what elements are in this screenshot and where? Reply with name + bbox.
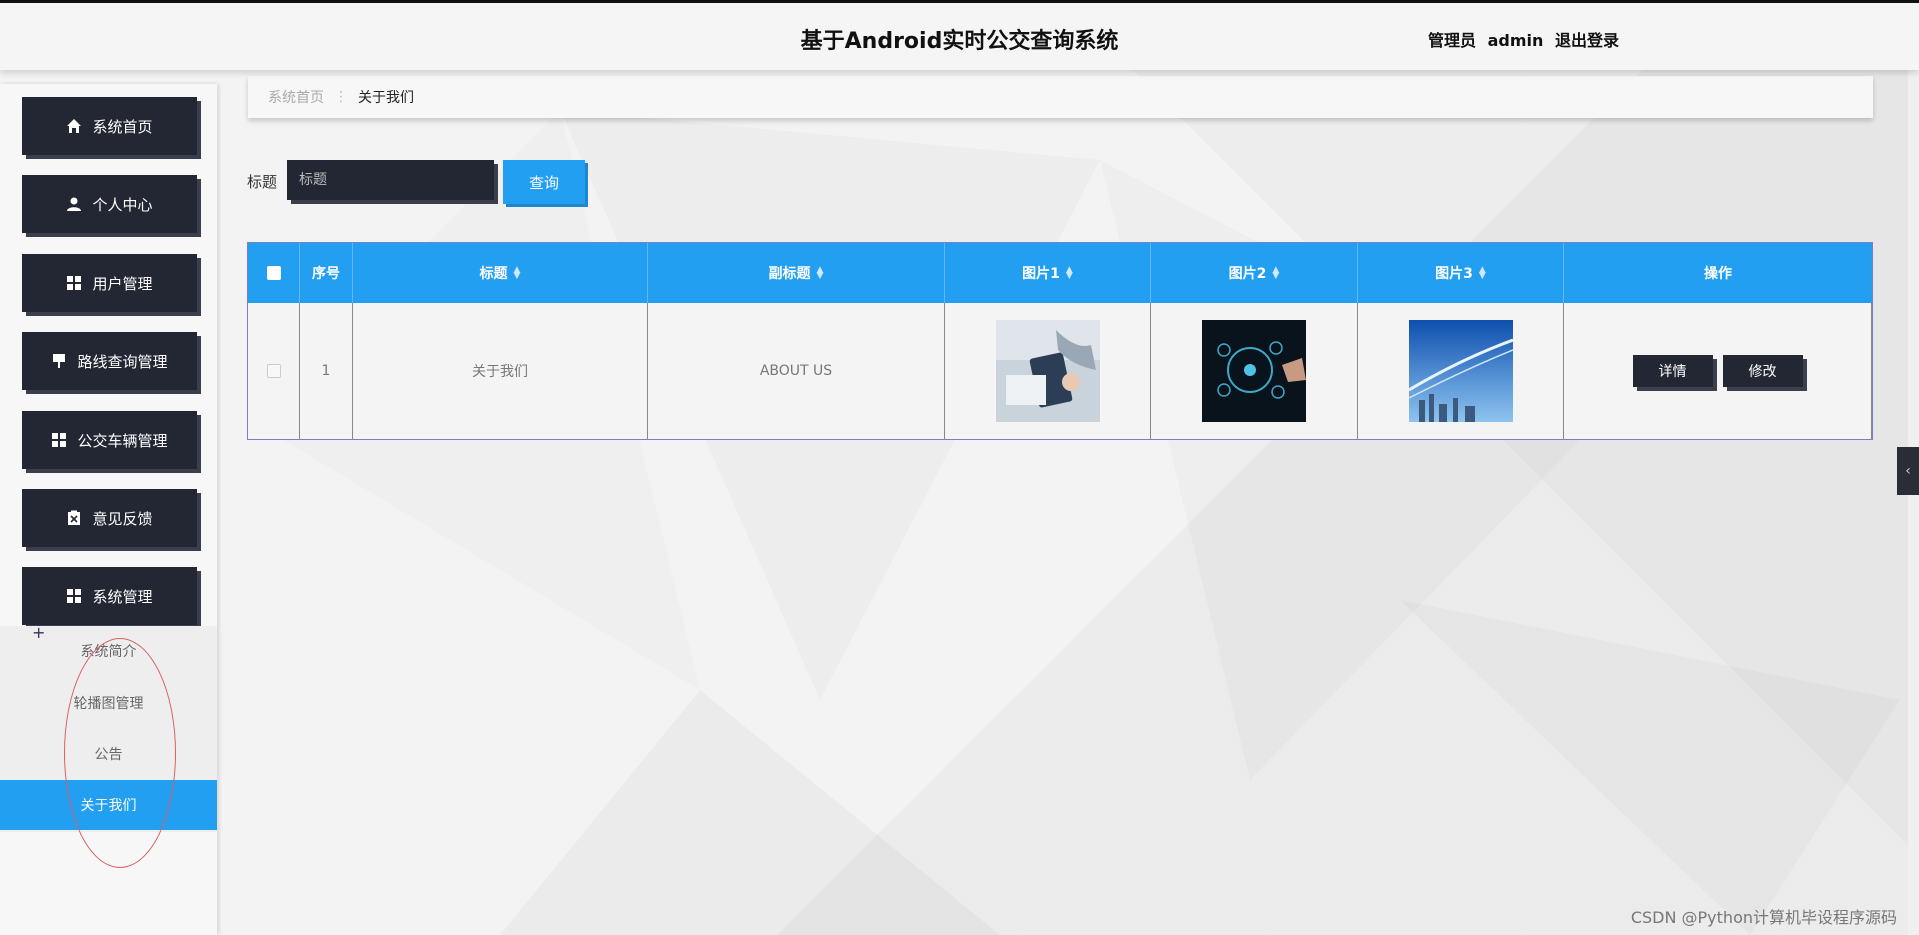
sidebar-item-label: 公交车辆管理 bbox=[77, 431, 168, 450]
app-title: 基于Android实时公交查询系统 bbox=[800, 29, 1119, 54]
sidebar-item-feedback[interactable]: 意见反馈 bbox=[22, 489, 197, 547]
row-index: 1 bbox=[300, 303, 353, 439]
sort-icon[interactable]: ▲ ▼ bbox=[1272, 266, 1279, 281]
column-header: 序号 bbox=[300, 243, 353, 303]
search-label: 标题 bbox=[247, 173, 278, 191]
background bbox=[0, 0, 1919, 935]
row-subtitle: ABOUT US bbox=[648, 303, 945, 439]
sort-icon[interactable]: ▲ ▼ bbox=[1479, 266, 1486, 281]
column-header: 操作 bbox=[1564, 243, 1872, 303]
submenu-item-carousel[interactable]: 轮播图管理 bbox=[0, 678, 217, 728]
column-header-label: 序号 bbox=[312, 266, 340, 282]
column-header-label: 图片2 bbox=[1228, 266, 1267, 282]
sidebar-item-label: 意见反馈 bbox=[92, 509, 153, 528]
column-header-sortable[interactable]: 图片2 ▲ ▼ bbox=[1151, 243, 1358, 303]
sort-icon[interactable]: ▲ ▼ bbox=[817, 266, 824, 281]
breadcrumb: 系统首页 ⋮ 关于我们 bbox=[248, 76, 1873, 118]
row-image-1 bbox=[945, 303, 1151, 439]
sidebar-item-profile[interactable]: 个人中心 bbox=[22, 175, 197, 233]
sidebar-item-home[interactable]: 系统首页 bbox=[22, 97, 197, 155]
sidebar-item-label: 用户管理 bbox=[92, 274, 153, 293]
row-actions: 详情 修改 bbox=[1564, 303, 1872, 439]
grid-icon bbox=[52, 433, 67, 447]
user-icon bbox=[67, 197, 82, 211]
sidebar-item-buses[interactable]: 公交车辆管理 bbox=[22, 411, 197, 469]
sidebar-item-label: 路线查询管理 bbox=[77, 352, 168, 371]
grid-icon bbox=[67, 276, 82, 290]
select-all-cell bbox=[248, 243, 300, 303]
search-input[interactable] bbox=[287, 160, 494, 200]
column-header-label: 图片1 bbox=[1022, 266, 1060, 282]
sort-icon[interactable]: ▲ ▼ bbox=[1066, 266, 1073, 281]
row-checkbox[interactable] bbox=[266, 364, 281, 378]
flag-icon bbox=[53, 354, 66, 368]
search-button[interactable]: 查询 bbox=[503, 160, 585, 204]
submenu-item-notice[interactable]: 公告 bbox=[0, 729, 217, 779]
grid-icon bbox=[67, 589, 82, 603]
sidebar-item-routes[interactable]: 路线查询管理 bbox=[22, 332, 197, 390]
detail-button[interactable]: 详情 bbox=[1632, 355, 1713, 387]
column-header-sortable[interactable]: 图片3 ▲ ▼ bbox=[1358, 243, 1564, 303]
row-image-2 bbox=[1151, 303, 1358, 439]
breadcrumb-home[interactable]: 系统首页 bbox=[268, 87, 324, 107]
select-all-checkbox[interactable] bbox=[266, 266, 281, 280]
column-header-sortable[interactable]: 副标题 ▲ ▼ bbox=[648, 243, 945, 303]
admin-info: 管理员 admin 退出登录 bbox=[1422, 27, 1619, 51]
column-header-label: 操作 bbox=[1704, 266, 1732, 282]
sidebar-item-system[interactable]: 系统管理 bbox=[22, 567, 197, 625]
sidebar-item-users[interactable]: 用户管理 bbox=[22, 254, 197, 312]
table-header: 序号 标题 ▲ ▼ 副标题 ▲ ▼ 图片1 ▲ ▼ 图片2 ▲ ▼ 图片3 ▲ ▼ 操作 bbox=[248, 243, 1872, 303]
column-header-label: 标题 bbox=[479, 266, 508, 282]
breadcrumb-separator-icon: ⋮ bbox=[334, 89, 348, 105]
table-row: 1 关于我们 ABOUT US 详情 修改 bbox=[248, 303, 1872, 439]
submenu-label: 关于我们 bbox=[80, 798, 137, 814]
thumbnail-image-city[interactable] bbox=[1408, 320, 1513, 422]
logout-link[interactable]: 退出登录 bbox=[1555, 31, 1619, 50]
submenu-label: 公告 bbox=[94, 747, 123, 763]
column-header-label: 图片3 bbox=[1435, 266, 1473, 282]
column-header-sortable[interactable]: 图片1 ▲ ▼ bbox=[945, 243, 1151, 303]
row-select-cell bbox=[248, 303, 300, 439]
watermark: CSDN @Python计算机毕设程序源码 bbox=[1630, 908, 1897, 927]
submenu-item-about[interactable]: 关于我们 bbox=[0, 780, 217, 830]
collapse-panel-chevron-left-icon[interactable]: ‹ bbox=[1897, 447, 1919, 495]
admin-role: 管理员 bbox=[1428, 31, 1477, 50]
admin-name: admin bbox=[1487, 31, 1544, 50]
breadcrumb-current: 关于我们 bbox=[358, 90, 414, 106]
thumbnail-image-business[interactable] bbox=[995, 320, 1100, 422]
submenu-label: 轮播图管理 bbox=[73, 696, 144, 712]
crosshair-cursor-icon: + bbox=[32, 623, 46, 642]
row-title: 关于我们 bbox=[353, 303, 648, 439]
submenu-label: 系统简介 bbox=[80, 644, 137, 660]
system-submenu: 系统简介 轮播图管理 公告 关于我们 bbox=[0, 626, 217, 832]
sidebar-item-label: 系统首页 bbox=[92, 117, 153, 136]
sidebar-item-label: 个人中心 bbox=[92, 195, 153, 214]
sort-icon[interactable]: ▲ ▼ bbox=[514, 266, 521, 281]
edit-button[interactable]: 修改 bbox=[1722, 355, 1803, 387]
clipboard-icon bbox=[68, 510, 81, 525]
column-header-label: 副标题 bbox=[768, 266, 811, 282]
home-icon bbox=[67, 119, 82, 133]
row-image-3 bbox=[1358, 303, 1564, 439]
column-header-sortable[interactable]: 标题 ▲ ▼ bbox=[353, 243, 648, 303]
data-table: 序号 标题 ▲ ▼ 副标题 ▲ ▼ 图片1 ▲ ▼ 图片2 ▲ ▼ 图片3 ▲ ▼ 操作 1 关于我… bbox=[247, 242, 1873, 440]
thumbnail-image-technology[interactable] bbox=[1202, 320, 1306, 422]
top-header: 基于Android实时公交查询系统 管理员 admin 退出登录 bbox=[0, 0, 1919, 70]
sidebar-item-label: 系统管理 bbox=[92, 587, 153, 606]
